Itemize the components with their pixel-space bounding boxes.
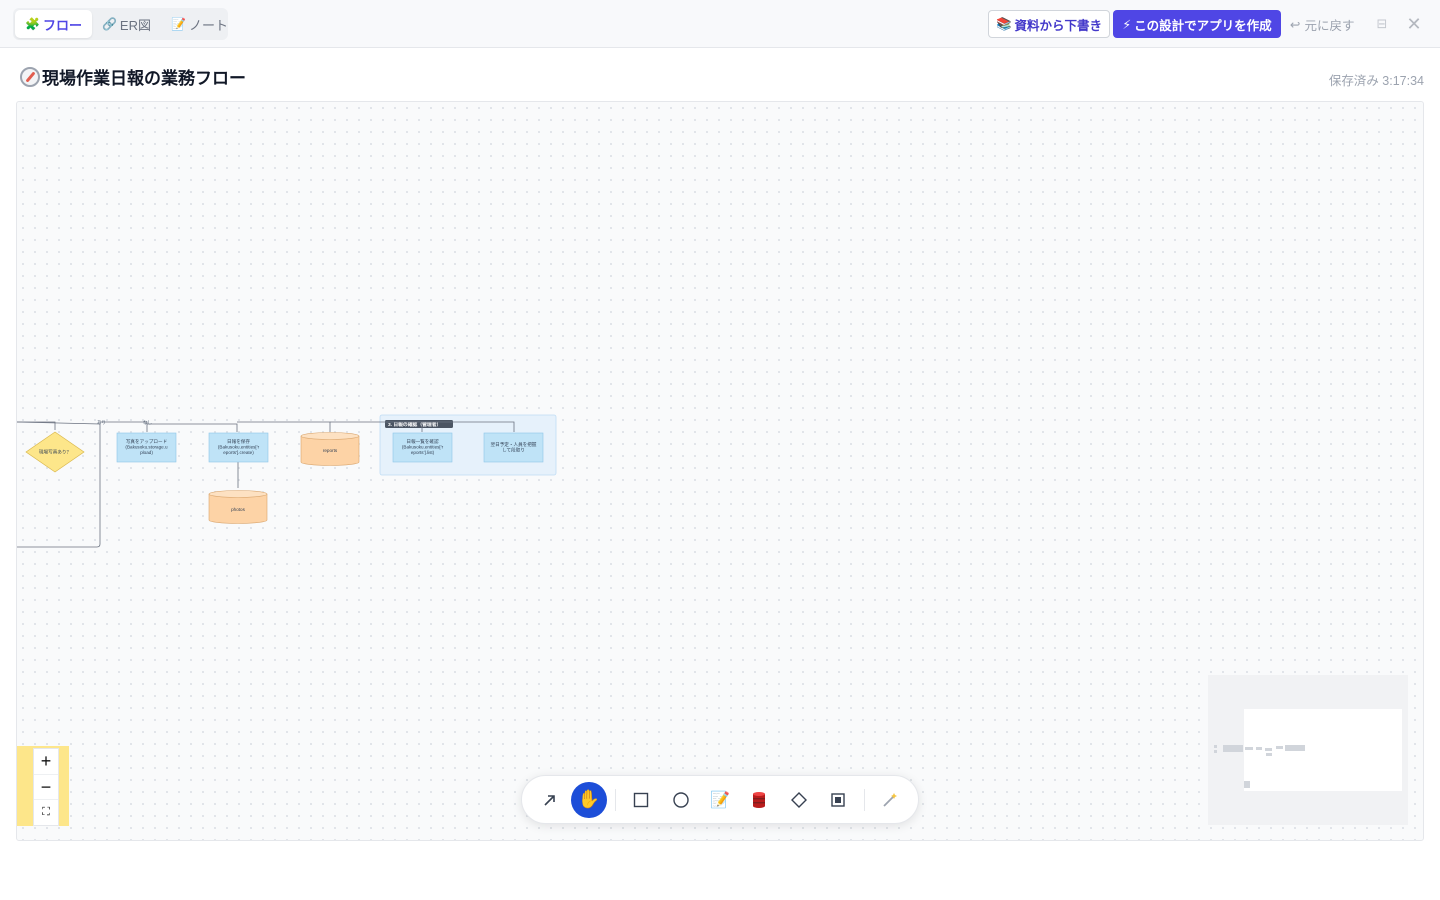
plan-line-2: して段取り bbox=[502, 447, 525, 454]
draft-from-docs-button[interactable]: 📚 資料から下書き bbox=[988, 10, 1110, 38]
list-line-2: (Bakusoku.entities['r bbox=[402, 445, 444, 450]
edge-to-reports bbox=[237, 421, 331, 432]
magic-wand-icon bbox=[883, 792, 898, 807]
minimize-icon: ⊟ bbox=[1376, 16, 1388, 31]
edge-no bbox=[147, 423, 238, 432]
toolbar-divider-2 bbox=[863, 788, 865, 811]
database-icon bbox=[753, 791, 766, 808]
rectangle-icon bbox=[634, 792, 649, 807]
undo-icon: ↩ bbox=[1290, 17, 1301, 32]
tab-note[interactable]: 📝 ノート bbox=[161, 10, 238, 38]
diamond-icon bbox=[790, 791, 807, 808]
books-icon: 📚 bbox=[995, 16, 1012, 31]
edge-label-no: なし bbox=[143, 419, 152, 425]
close-button[interactable]: ✕ bbox=[1404, 12, 1424, 36]
arrow-icon bbox=[544, 794, 555, 806]
database-tool[interactable] bbox=[742, 782, 777, 818]
undo-label: 元に戻す bbox=[1304, 18, 1355, 33]
magic-wand-tool[interactable] bbox=[873, 782, 908, 818]
circle-tool[interactable] bbox=[663, 782, 698, 818]
view-tabs: 🧩 フロー 🔗 ER図 📝 ノート bbox=[13, 8, 228, 40]
photos-label: photos bbox=[231, 507, 245, 512]
save-status: 保存済み 3:17:34 bbox=[1328, 74, 1424, 88]
flow-canvas[interactable]: 3. 日報の確認（管理者） あり なし 現場写真あり？ 写真をアップロード (B… bbox=[16, 101, 1424, 841]
memo-icon: 📝 bbox=[170, 17, 186, 31]
page-title: 現場作業日報の業務フロー bbox=[20, 64, 246, 89]
page-title-text: 現場作業日報の業務フロー bbox=[42, 69, 246, 88]
minimap[interactable] bbox=[1208, 675, 1408, 825]
edge-yes bbox=[100, 421, 148, 432]
note-tool[interactable]: 📝 bbox=[702, 782, 737, 818]
zoom-controls: + − ⛶ bbox=[33, 748, 59, 826]
edge-top-line bbox=[17, 421, 56, 430]
create-app-button[interactable]: ⚡ この設計でアプリを作成 bbox=[1113, 10, 1281, 38]
tab-note-label: ノート bbox=[188, 17, 228, 33]
diamond-tool[interactable] bbox=[781, 782, 816, 818]
link-icon: 🔗 bbox=[101, 17, 117, 31]
draft-label: 資料から下書き bbox=[1014, 18, 1103, 33]
puzzle-icon: 🧩 bbox=[25, 17, 40, 31]
fit-view-button[interactable]: ⛶ bbox=[34, 800, 58, 825]
save-line-3: eports'].create) bbox=[223, 450, 254, 455]
zoom-in-button[interactable]: + bbox=[34, 749, 58, 775]
undo-button[interactable]: ↩ 元に戻す bbox=[1290, 10, 1355, 38]
lightning-icon: ⚡ bbox=[1122, 17, 1132, 32]
group-tool[interactable] bbox=[820, 782, 855, 818]
top-bar: 🧩 フロー 🔗 ER図 📝 ノート 📚 資料から下書き ⚡ この設計でアプリを作… bbox=[0, 0, 1440, 48]
upload-line-3: pload) bbox=[140, 450, 153, 455]
create-label: この設計でアプリを作成 bbox=[1134, 18, 1272, 33]
zoom-out-button[interactable]: − bbox=[34, 775, 58, 801]
arrow-tool[interactable] bbox=[532, 782, 567, 818]
minimize-button[interactable]: ⊟ bbox=[1373, 14, 1391, 34]
edge-label-yes: あり bbox=[97, 420, 106, 426]
minimap-nodes bbox=[1214, 745, 1305, 788]
rectangle-tool[interactable] bbox=[624, 782, 659, 818]
circle-icon bbox=[672, 791, 689, 808]
hand-tool[interactable]: ✋ bbox=[571, 781, 607, 818]
decision-label: 現場写真あり？ bbox=[39, 449, 71, 456]
drawing-toolbar: ✋ 📝 bbox=[521, 775, 919, 824]
tab-er[interactable]: 🔗 ER図 bbox=[92, 10, 161, 38]
group-frame-icon bbox=[831, 792, 845, 807]
toolbar-divider bbox=[614, 788, 616, 811]
close-icon: ✕ bbox=[1406, 13, 1422, 34]
upload-line-2: (Bakusoku.storage.u bbox=[125, 445, 168, 450]
reports-label: reports bbox=[323, 448, 338, 453]
compass-icon bbox=[20, 66, 40, 87]
list-line-3: eports'].list) bbox=[411, 450, 435, 455]
hand-icon: ✋ bbox=[577, 789, 601, 809]
tab-er-label: ER図 bbox=[119, 17, 151, 33]
tab-flow[interactable]: 🧩 フロー bbox=[15, 10, 92, 38]
save-line-2: (Bakusoku.entities['r bbox=[218, 445, 260, 450]
memo-icon: 📝 bbox=[710, 791, 730, 809]
tab-flow-label: フロー bbox=[42, 17, 82, 33]
